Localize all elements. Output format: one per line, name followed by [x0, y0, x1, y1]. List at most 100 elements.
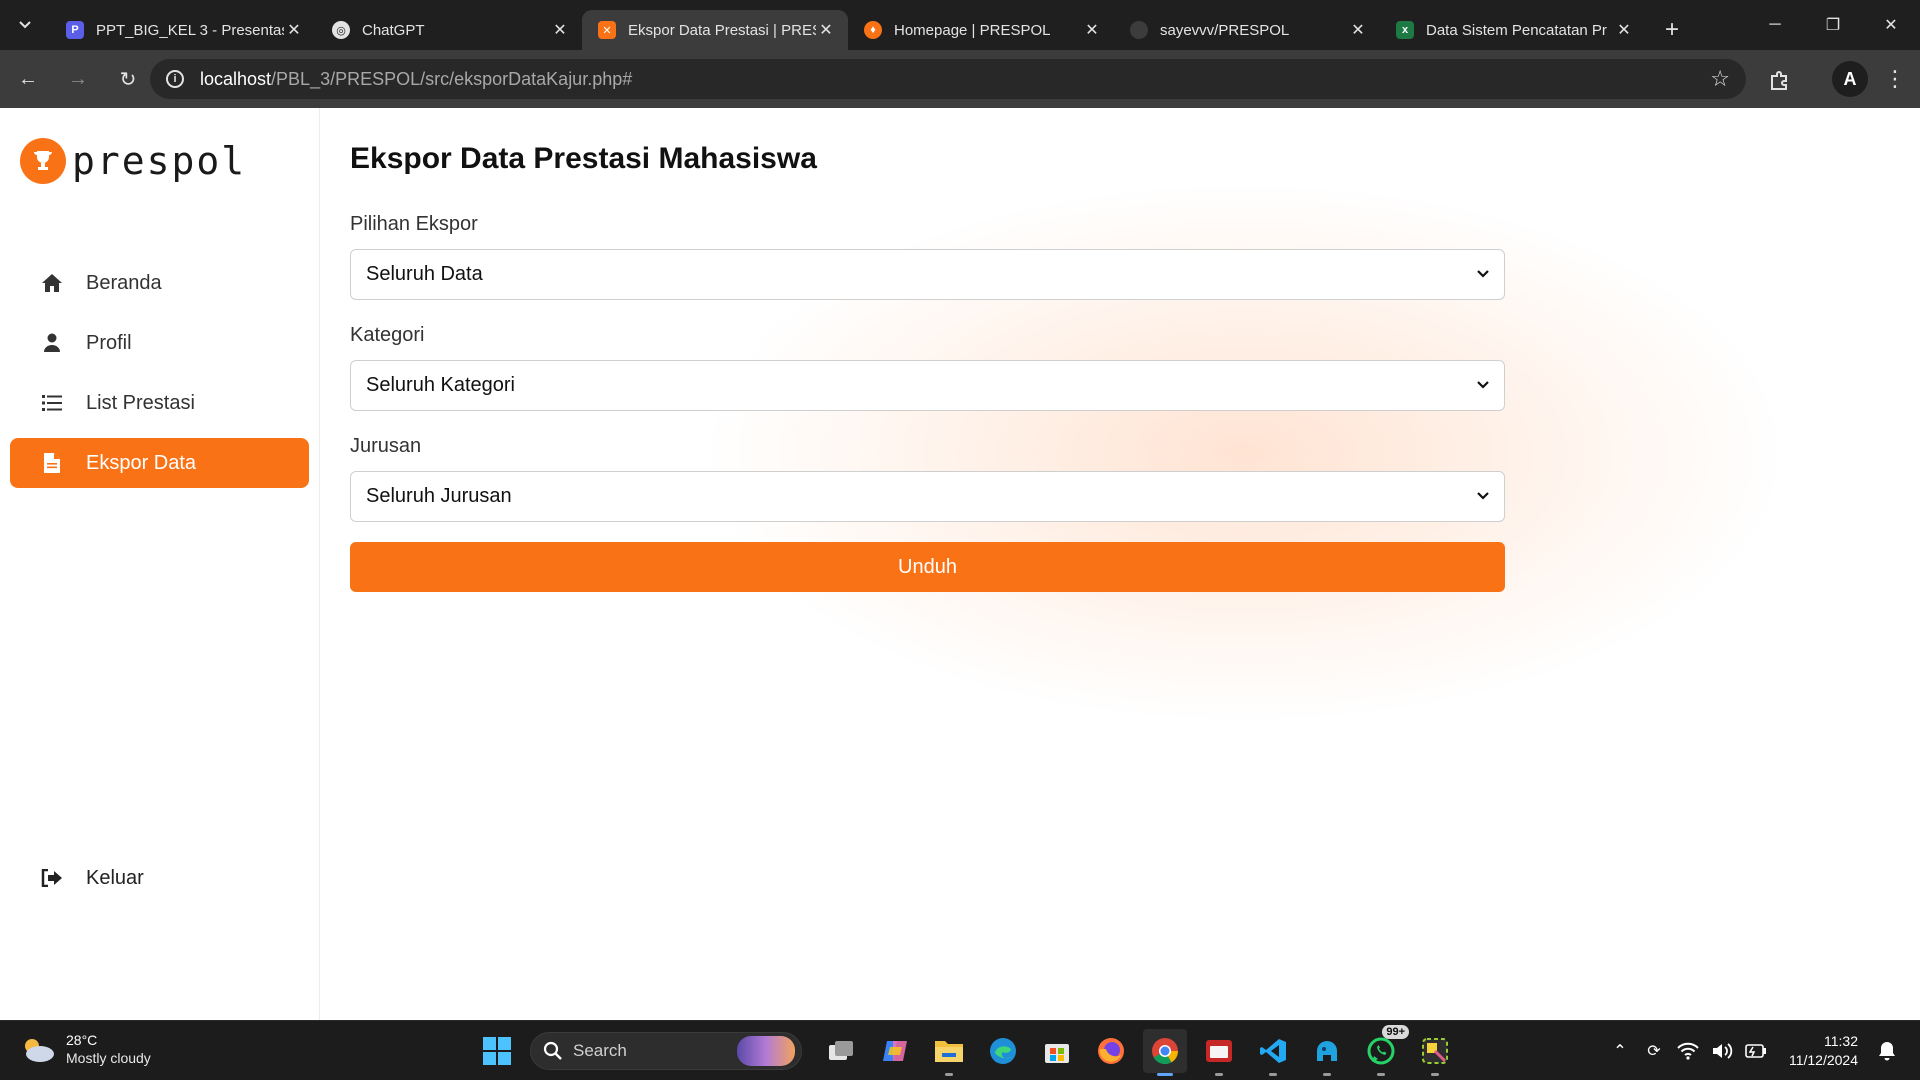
search-highlight-image — [737, 1036, 795, 1066]
address-bar[interactable]: i localhost/PBL_3/PRESPOL/src/eksporData… — [150, 59, 1746, 99]
tab-github[interactable]: sayevvv/PRESPOL ✕ — [1114, 10, 1380, 50]
forward-button[interactable]: → — [56, 57, 100, 101]
export-option-select[interactable]: Seluruh Data — [350, 249, 1505, 300]
close-icon[interactable]: ✕ — [1348, 20, 1368, 40]
vscode-icon — [1260, 1039, 1286, 1063]
tab-chatgpt[interactable]: ◎ ChatGPT ✕ — [316, 10, 582, 50]
tab-search-button[interactable] — [0, 0, 50, 50]
sidebar: prespol Beranda Profil List Prestasi Eks… — [0, 108, 320, 1020]
copilot-icon — [883, 1041, 907, 1061]
department-select[interactable]: Seluruh Jurusan — [350, 471, 1505, 522]
microsoft-store-button[interactable] — [1035, 1029, 1079, 1073]
close-icon[interactable]: ✕ — [550, 20, 570, 40]
close-window-button[interactable]: ✕ — [1862, 0, 1920, 50]
sync-icon[interactable]: ⟳ — [1640, 1037, 1668, 1065]
whatsapp-button[interactable]: 99+ — [1359, 1025, 1409, 1076]
sidebar-item-ekspor-data[interactable]: Ekspor Data — [10, 438, 309, 488]
task-view-icon — [829, 1041, 853, 1060]
tab-title: Ekspor Data Prestasi | PRES — [628, 21, 816, 39]
logo-text: prespol — [72, 139, 247, 183]
tab-ppt[interactable]: P PPT_BIG_KEL 3 - Presentasi ✕ — [50, 10, 316, 50]
category-select[interactable]: Seluruh Kategori — [350, 360, 1505, 411]
restore-button[interactable]: ❐ — [1804, 0, 1862, 50]
sidebar-nav: Beranda Profil List Prestasi Ekspor Data — [10, 258, 309, 498]
cloudy-weather-icon — [25, 1039, 54, 1062]
extensions-button[interactable] — [1762, 62, 1798, 98]
page-viewport: prespol Beranda Profil List Prestasi Eks… — [0, 108, 1920, 1020]
app-blue-button[interactable] — [1305, 1029, 1349, 1076]
show-hidden-icons-button[interactable]: ⌃ — [1606, 1037, 1634, 1065]
battery-icon[interactable] — [1742, 1037, 1770, 1065]
edge-icon — [990, 1038, 1016, 1064]
browser-toolbar: ← → ↻ i localhost/PBL_3/PRESPOL/src/eksp… — [0, 50, 1920, 108]
windows-icon — [483, 1037, 511, 1065]
app-logo[interactable]: prespol — [20, 138, 246, 184]
notification-bell-icon[interactable] — [1873, 1037, 1901, 1065]
export-option-label: Pilihan Ekspor — [350, 213, 478, 235]
logout-button[interactable]: Keluar — [10, 853, 309, 903]
tab-ekspor-data[interactable]: ✕ Ekspor Data Prestasi | PRES ✕ — [582, 10, 848, 50]
tab-title: Homepage | PRESPOL — [894, 21, 1051, 39]
close-icon: ✕ — [1884, 17, 1898, 34]
date: 11/12/2024 — [1788, 1052, 1858, 1068]
wifi-icon[interactable] — [1674, 1037, 1702, 1065]
clock[interactable]: 11:32 11/12/2024 — [1789, 1032, 1858, 1070]
more-menu-icon[interactable]: ⋮ — [1880, 61, 1910, 97]
minimize-button[interactable]: ─ — [1746, 0, 1804, 50]
background-glow — [420, 108, 1920, 948]
department-value: Seluruh Jurusan — [366, 485, 512, 507]
close-icon[interactable]: ✕ — [1614, 20, 1634, 40]
tab-excel[interactable]: x Data Sistem Pencatatan Pr ✕ — [1380, 10, 1646, 50]
tab-homepage[interactable]: ♦ Homepage | PRESPOL ✕ — [848, 10, 1114, 50]
tab-title: Data Sistem Pencatatan Pr — [1426, 21, 1607, 39]
volume-icon[interactable] — [1708, 1037, 1736, 1065]
sidebar-item-beranda[interactable]: Beranda — [10, 258, 309, 308]
sidebar-item-list-prestasi[interactable]: List Prestasi — [10, 378, 309, 428]
store-icon — [1045, 1044, 1069, 1063]
app-bird-icon — [1317, 1041, 1337, 1061]
sidebar-item-profil[interactable]: Profil — [10, 318, 309, 368]
url-path: /PBL_3/PRESPOL/src/eksporDataKajur.php# — [271, 68, 633, 89]
department-label: Jurusan — [350, 435, 422, 457]
task-view-button[interactable] — [819, 1029, 863, 1073]
download-button[interactable]: Unduh — [350, 542, 1505, 592]
app-red-button[interactable] — [1197, 1029, 1241, 1076]
tab-title: sayevvv/PRESPOL — [1160, 21, 1290, 39]
file-icon — [40, 453, 64, 473]
search-icon — [543, 1041, 562, 1060]
reload-button[interactable]: ↻ — [106, 57, 150, 101]
taskbar-search[interactable]: Search — [530, 1032, 802, 1070]
chrome-button[interactable] — [1143, 1029, 1187, 1076]
excel-favicon-icon: x — [1396, 21, 1414, 39]
vscode-button[interactable] — [1251, 1029, 1295, 1076]
firefox-button[interactable] — [1089, 1029, 1133, 1073]
profile-avatar[interactable]: A — [1832, 61, 1868, 97]
search-label: Search — [573, 1041, 627, 1060]
info-icon[interactable]: i — [166, 70, 184, 88]
chatgpt-favicon-icon: ◎ — [332, 21, 350, 39]
temperature: 28°C — [66, 1032, 98, 1048]
close-icon[interactable]: ✕ — [284, 20, 304, 40]
tab-strip: P PPT_BIG_KEL 3 - Presentasi ✕ ◎ ChatGPT… — [0, 0, 1920, 50]
logout-label: Keluar — [86, 866, 144, 889]
arrow-left-icon: ← — [18, 67, 38, 90]
presentation-favicon-icon: P — [66, 21, 84, 39]
chevron-down-icon — [1477, 270, 1489, 278]
file-explorer-button[interactable] — [927, 1029, 971, 1076]
edge-button[interactable] — [981, 1029, 1025, 1073]
close-icon[interactable]: ✕ — [1082, 20, 1102, 40]
chrome-icon — [1152, 1038, 1179, 1065]
app-design-icon — [1422, 1038, 1448, 1064]
category-value: Seluruh Kategori — [366, 374, 515, 396]
weather-widget[interactable]: 28°C Mostly cloudy — [20, 1031, 151, 1067]
github-favicon-icon — [1130, 21, 1148, 39]
copilot-button[interactable] — [873, 1029, 917, 1073]
close-icon[interactable]: ✕ — [816, 20, 836, 40]
back-button[interactable]: ← — [6, 57, 50, 101]
start-button[interactable] — [475, 1029, 519, 1073]
url-host: localhost — [200, 68, 272, 89]
new-tab-button[interactable]: + — [1652, 10, 1692, 50]
tab-title: PPT_BIG_KEL 3 - Presentasi — [96, 21, 284, 39]
star-icon[interactable]: ☆ — [1710, 66, 1730, 92]
app-green-button[interactable] — [1413, 1029, 1457, 1076]
